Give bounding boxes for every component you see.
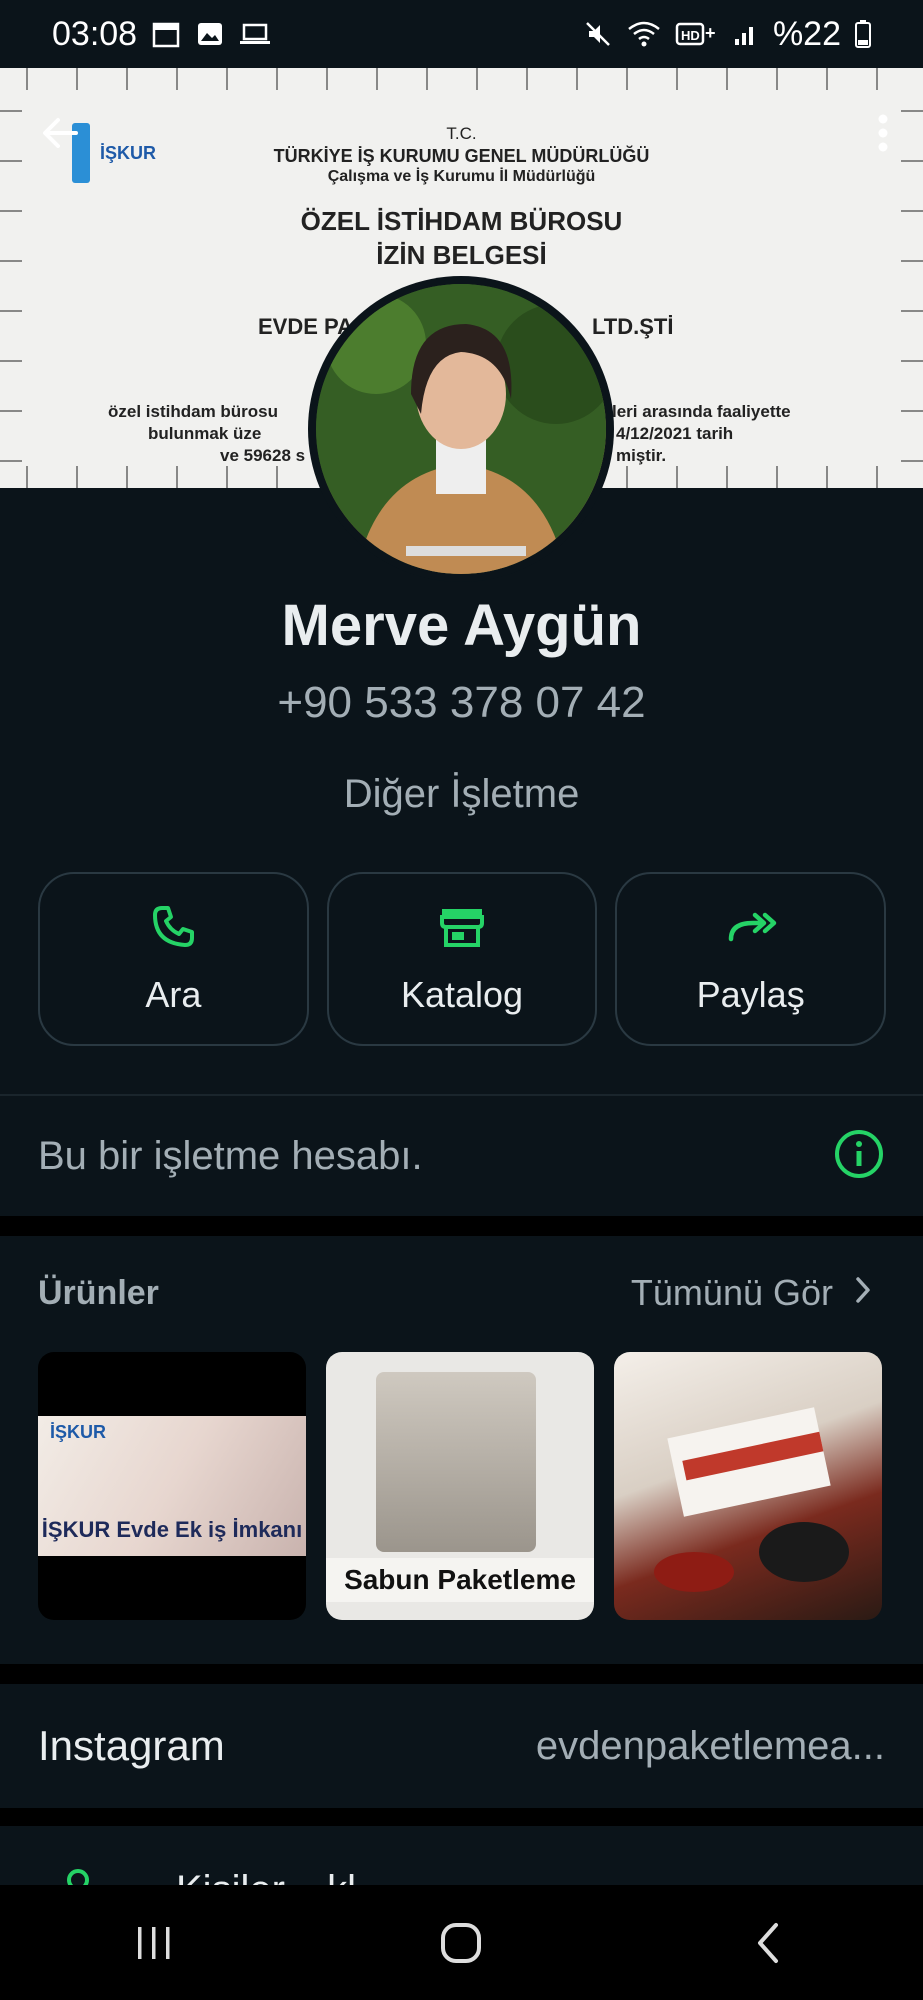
doc-line: özel istihdam bürosu [108,402,279,421]
section-gap [0,1664,923,1684]
back-nav-icon [758,1922,779,1963]
doc-line: miştir. [616,446,667,465]
calendar-icon [151,19,181,49]
partial-row[interactable]: Kişiler... kl... [0,1826,923,1886]
share-button[interactable]: Paylaş [615,872,887,1046]
see-all-link[interactable]: Tümünü Gör [631,1272,873,1314]
profile-avatar[interactable] [308,276,614,582]
gallery-icon [195,19,225,49]
avatar-photo [316,284,606,574]
doc-line: ve 59628 s [220,446,306,465]
svg-text:+: + [705,23,716,43]
back-button[interactable] [32,105,88,161]
instagram-handle[interactable]: evdenpaketlemea... [536,1724,885,1769]
share-button-label: Paylaş [696,973,805,1015]
status-bar: 03:08 HD + %22 [0,0,923,68]
battery-text: %22 [772,14,841,53]
person-add-icon [60,1866,110,1886]
product-brand: İŞKUR [50,1422,107,1442]
home-button[interactable] [401,1903,521,1983]
call-button[interactable]: Ara [38,872,309,1046]
product-thumbnail[interactable]: İŞKUR İŞKUR Evde Ek iş İmkanı [38,1352,306,1620]
see-all-label: Tümünü Gör [630,1272,833,1313]
business-account-row[interactable]: Bu bir işletme hesabı. [0,1096,923,1216]
more-vert-icon [878,114,888,152]
doc-line: Çalışma ve İş Kurumu İl Müdürlüğü [327,168,596,185]
call-button-label: Ara [145,973,202,1015]
wifi-icon [627,19,661,49]
doc-line: İZİN BELGESİ [376,240,547,270]
battery-icon [855,19,871,49]
product-thumbnail[interactable] [614,1352,882,1620]
instagram-row[interactable]: Instagram evdenpaketlemea... [0,1684,923,1808]
doc-line: TÜRKİYE İŞ KURUMU GENEL MÜDÜRLÜĞÜ [273,146,650,166]
section-gap [0,1808,923,1826]
catalog-button[interactable]: Katalog [326,872,598,1046]
recent-apps-button[interactable] [94,1903,214,1983]
doc-line: T.C. [446,124,477,143]
doc-line: 4/12/2021 tarih [616,424,734,443]
products-title: Ürünler [38,1274,159,1312]
signal-icon [733,19,759,49]
profile-phone[interactable]: +90 533 378 07 42 [0,678,923,728]
product-caption: İŞKUR Evde Ek iş İmkanı [41,1517,303,1542]
mute-icon [583,19,613,49]
status-time: 03:08 [52,14,138,53]
doc-line: ÖZEL İSTİHDAM BÜROSU [300,206,623,236]
partial-row-text: Kişiler... kl... [176,1868,389,1886]
laptop-icon [239,19,271,49]
business-account-text: Bu bir işletme hesabı. [38,1133,423,1178]
doc-line: LTD.ŞTİ [592,314,674,339]
phone-icon [149,903,197,956]
profile-name: Merve Aygün [281,593,642,658]
back-nav-button[interactable] [709,1903,829,1983]
chevron-right-icon [853,1272,873,1314]
forward-icon [725,903,777,956]
product-caption: Sabun Paketleme [326,1558,594,1602]
recent-apps-icon [137,1926,170,1959]
more-options-button[interactable] [863,105,903,161]
svg-text:HD: HD [681,28,700,43]
section-gap [0,1216,923,1236]
hd-icon: HD + [675,19,719,49]
catalog-button-label: Katalog [400,973,524,1015]
action-buttons: Ara Katalog Paylaş [38,872,887,1046]
instagram-label: Instagram [38,1722,225,1769]
doc-line: leri arasında faaliyette [612,402,791,421]
arrow-left-icon [43,118,78,148]
doc-line: bulunmak üze [148,424,262,443]
system-nav-bar [0,1885,923,2000]
home-icon [441,1922,482,1963]
store-icon [438,903,486,956]
business-category: Diğer İşletme [343,772,580,816]
products-section: Ürünler Tümünü Gör İŞKUR İŞKUR Evde Ek i… [0,1236,923,1664]
product-thumbnail[interactable]: Sabun Paketleme [326,1352,594,1620]
info-icon[interactable] [833,1128,885,1185]
